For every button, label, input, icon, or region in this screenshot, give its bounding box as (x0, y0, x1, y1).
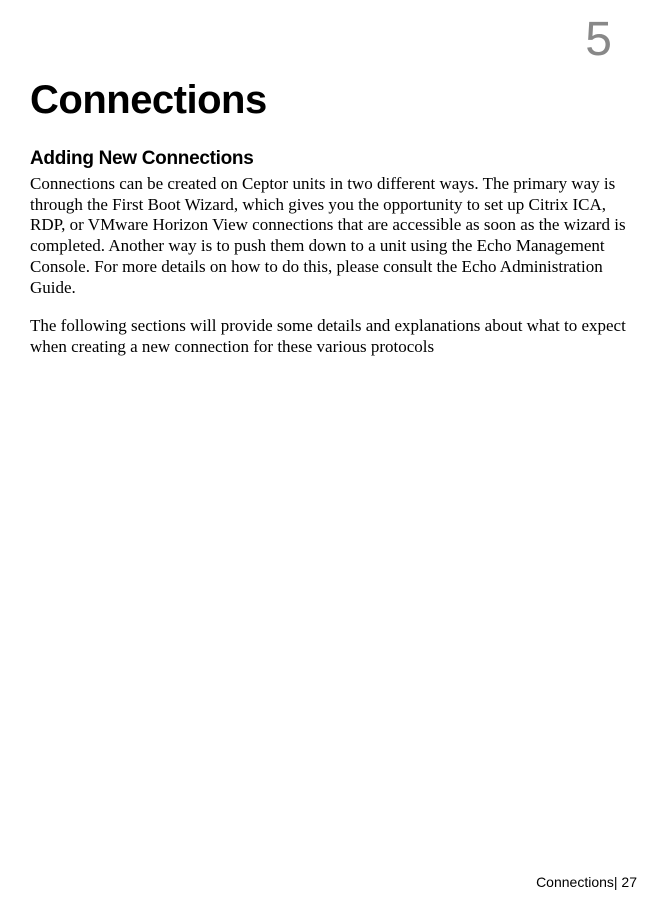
body-paragraph-2: The following sections will provide some… (30, 316, 637, 357)
section-heading: Adding New Connections (30, 148, 637, 170)
page-title: Connections (30, 78, 637, 123)
page-footer: Connections| 27 (536, 874, 637, 890)
chapter-number: 5 (585, 12, 612, 67)
body-paragraph-1: Connections can be created on Ceptor uni… (30, 174, 637, 298)
